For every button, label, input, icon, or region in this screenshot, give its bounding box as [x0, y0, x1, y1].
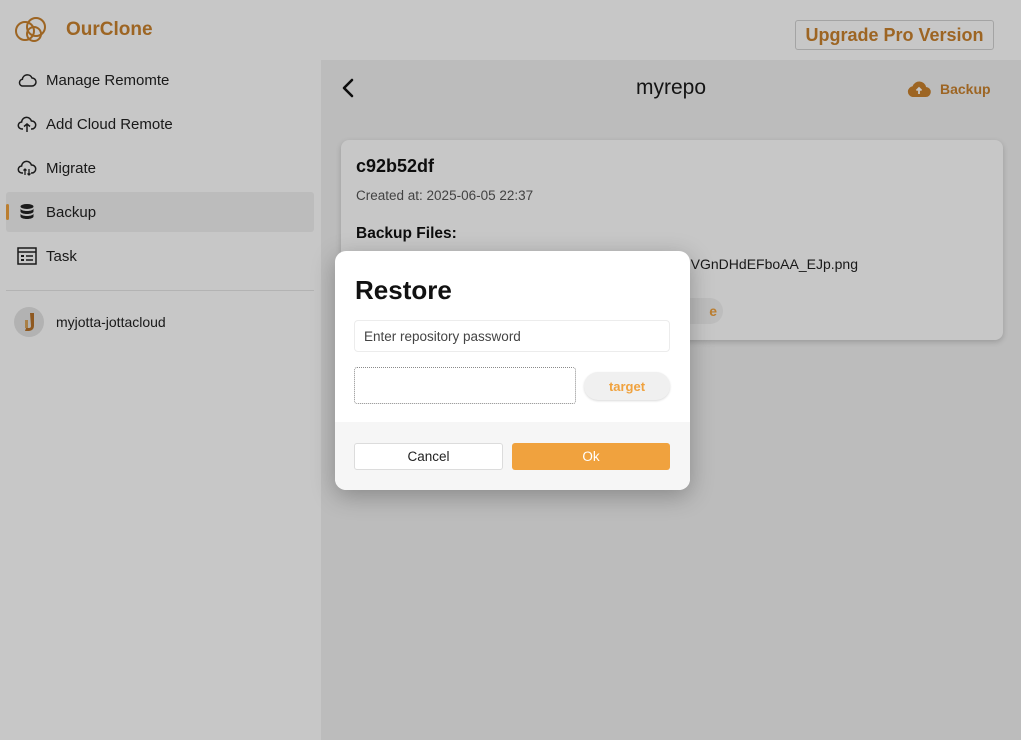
repository-password-input[interactable]	[354, 320, 670, 352]
dialog-title: Restore	[355, 275, 452, 305]
restore-dialog: Restore target Cancel Ok	[335, 251, 690, 490]
ok-button[interactable]: Ok	[512, 443, 670, 470]
dialog-footer: Cancel Ok	[335, 422, 690, 490]
target-path-input[interactable]	[354, 367, 576, 404]
target-button[interactable]: target	[584, 372, 670, 400]
cancel-button[interactable]: Cancel	[354, 443, 503, 470]
